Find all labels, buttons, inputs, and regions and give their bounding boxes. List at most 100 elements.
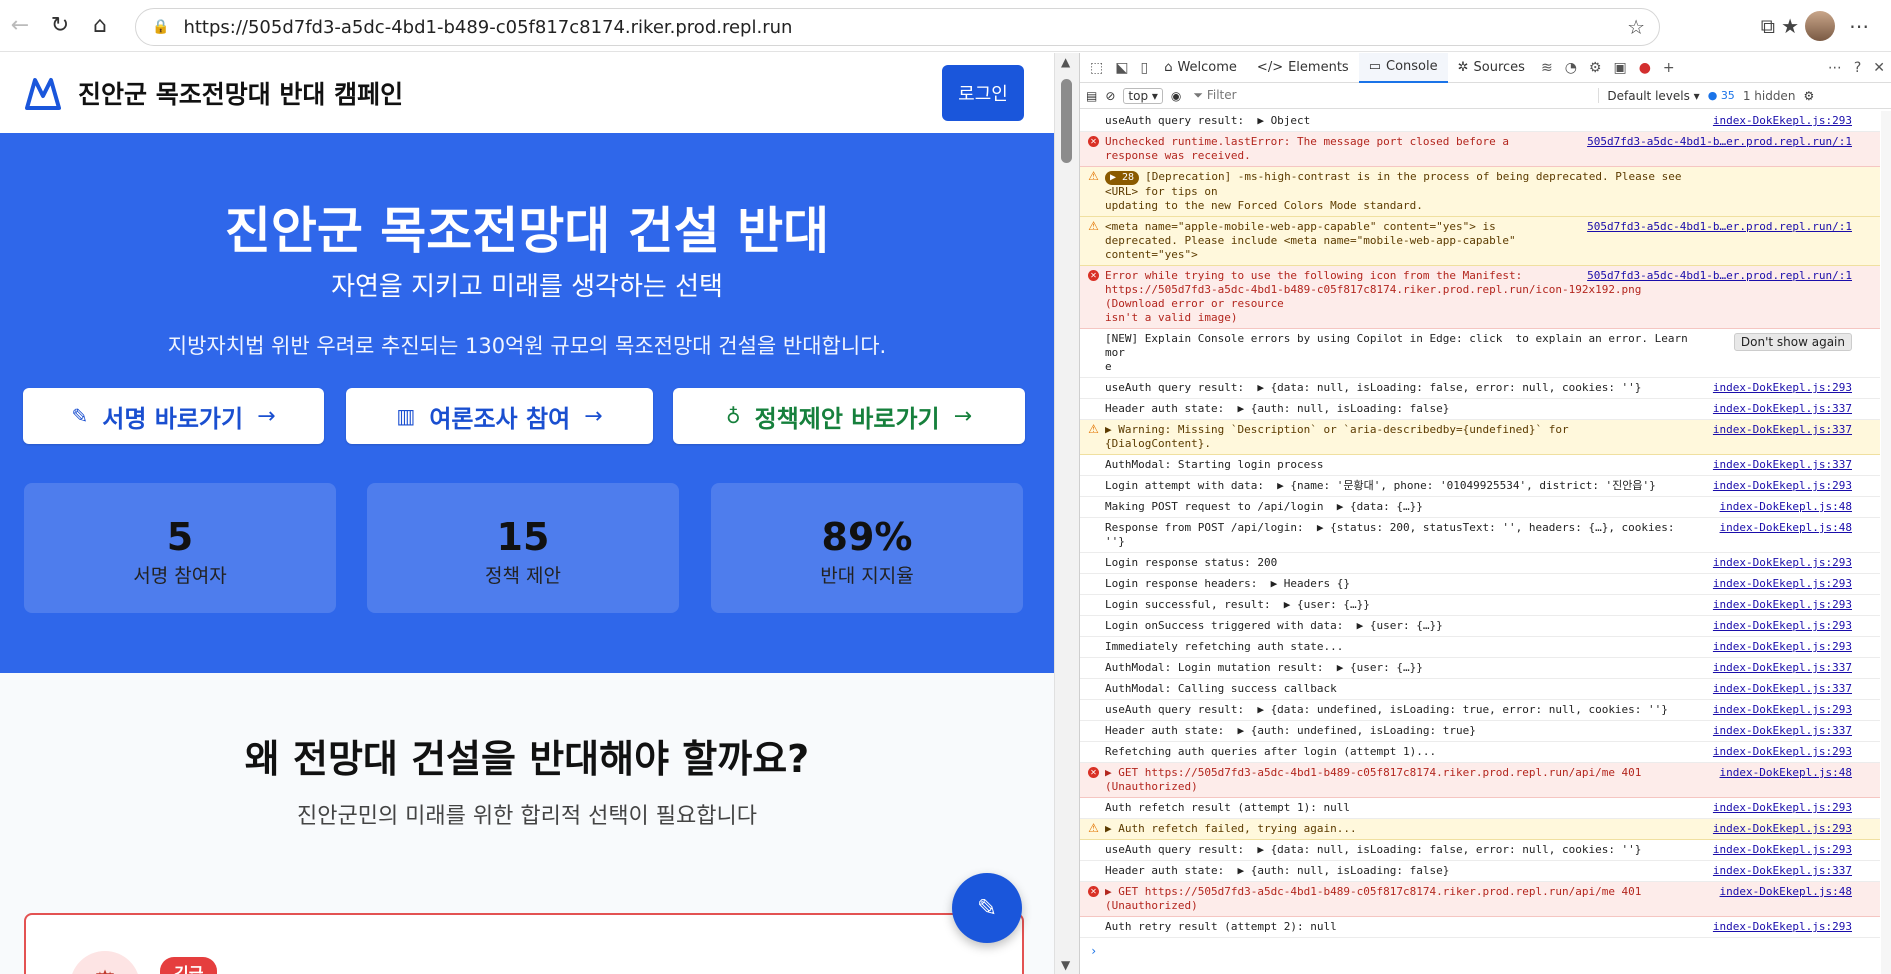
console-message[interactable]: useAuth query result: ▶ {data: null, isL… [1080,840,1880,861]
back-icon[interactable]: ← [0,6,40,46]
context-select[interactable]: top ▾ [1123,87,1163,104]
adblock-icon[interactable]: ● [1633,60,1657,76]
home-icon[interactable]: ⌂ [80,6,120,46]
sign-petition-button[interactable]: ✎ 서명 바로가기 → [23,388,324,444]
source-link[interactable]: index-DokEkepl.js:293 [1713,640,1852,654]
favorites-icon[interactable]: ★ [1781,14,1799,38]
source-link[interactable]: 505d7fd3-a5dc-4bd1-b…er.prod.repl.run/:1 [1587,220,1852,234]
console-message[interactable]: ⚠ ▶ Warning: Missing `Description` or `ar… [1080,420,1880,455]
console-message[interactable]: ⚠ ▶ Auth refetch failed, trying again... i… [1080,819,1880,840]
live-expression-icon[interactable]: ◉ [1171,89,1181,103]
tab-welcome[interactable]: ⌂ Welcome [1154,53,1247,83]
console-message[interactable]: Header auth state: ▶ {auth: undefined, i… [1080,721,1880,742]
console-output[interactable]: useAuth query result: ▶ Object index-DokE… [1080,111,1891,974]
tab-sources[interactable]: ✲ Sources [1448,53,1535,83]
console-scrollbar[interactable] [1881,111,1891,974]
policy-proposal-button[interactable]: ♁ 정책제안 바로가기 → [673,388,1025,444]
filter-input[interactable]: ⏷ Filter [1189,88,1600,103]
console-settings-icon[interactable]: ⚙ [1803,89,1814,103]
source-link[interactable]: 505d7fd3-a5dc-4bd1-b…er.prod.repl.run/:1 [1587,269,1852,283]
console-message[interactable]: AuthModal: Calling success callback index… [1080,679,1880,700]
issues-count-badge[interactable]: ● 35 [1708,89,1735,102]
source-link[interactable]: index-DokEkepl.js:293 [1713,801,1852,815]
sidebar-icon[interactable]: ▤ [1086,89,1097,103]
console-message[interactable]: Auth refetch result (attempt 1): null ind… [1080,798,1880,819]
console-message[interactable]: [NEW] Explain Console errors by using Co… [1080,329,1880,378]
reload-icon[interactable]: ↻ [40,6,80,46]
source-link[interactable]: index-DokEkepl.js:293 [1713,598,1852,612]
source-link[interactable]: index-DokEkepl.js:337 [1713,724,1852,738]
console-message[interactable]: ⚠ <meta name="apple-mobile-web-app-capabl… [1080,217,1880,266]
console-message[interactable]: Login response headers: ▶ Headers {} inde… [1080,574,1880,595]
settings-gear-icon[interactable]: ⚙ [1583,60,1608,76]
sidebar-toggle-icon[interactable]: ▯ [1134,60,1154,76]
source-link[interactable]: index-DokEkepl.js:48 [1720,885,1852,899]
console-message[interactable]: AuthModal: Starting login process index-D… [1080,455,1880,476]
tab-elements[interactable]: </> Elements [1247,53,1359,83]
console-message[interactable]: ✕ ▶ GET https://505d7fd3-a5dc-4bd1-b489-c… [1080,882,1880,917]
scroll-down-icon[interactable]: ▼ [1061,958,1070,972]
source-link[interactable]: index-DokEkepl.js:293 [1713,556,1852,570]
more-tools-icon[interactable]: ⋯ [1822,60,1848,76]
add-tab-icon[interactable]: + [1657,60,1681,76]
source-link[interactable]: index-DokEkepl.js:293 [1713,843,1852,857]
inspect-icon[interactable]: ⬕ [1109,60,1134,76]
source-link[interactable]: index-DokEkepl.js:293 [1713,479,1852,493]
help-icon[interactable]: ? [1848,60,1867,76]
console-message[interactable]: ✕ Unchecked runtime.lastError: The messag… [1080,132,1880,167]
console-message[interactable]: ✕ Error while trying to use the following… [1080,266,1880,329]
favorite-star-icon[interactable]: ☆ [1627,15,1645,39]
source-link[interactable]: index-DokEkepl.js:293 [1713,577,1852,591]
address-bar[interactable]: 🔒 https://505d7fd3-a5dc-4bd1-b489-c05f81… [135,8,1660,46]
log-levels-dropdown[interactable]: Default levels ▾ [1607,89,1699,103]
console-message[interactable]: Login onSuccess triggered with data: ▶ {… [1080,616,1880,637]
tab-console[interactable]: ▭ Console [1358,52,1448,83]
console-message[interactable]: useAuth query result: ▶ Object index-DokE… [1080,111,1880,132]
console-message[interactable]: ⚠ ▶ 28 [Deprecation] -ms-high-contrast is … [1080,167,1880,217]
network-icon[interactable]: ≋ [1535,60,1559,76]
console-message[interactable]: Auth retry result (attempt 2): null index… [1080,917,1880,938]
console-message[interactable]: Making POST request to /api/login ▶ {dat… [1080,497,1880,518]
close-icon[interactable]: ✕ [1867,60,1891,76]
console-message[interactable]: AuthModal: Login mutation result: ▶ {use… [1080,658,1880,679]
console-message[interactable]: Response from POST /api/login: ▶ {status… [1080,518,1880,553]
source-link[interactable]: index-DokEkepl.js:293 [1713,703,1852,717]
console-message[interactable]: ✕ ▶ GET https://505d7fd3-a5dc-4bd1-b489-c… [1080,763,1880,798]
source-link[interactable]: index-DokEkepl.js:337 [1713,458,1852,472]
profile-avatar[interactable] [1805,11,1835,41]
console-message[interactable]: Header auth state: ▶ {auth: null, isLoad… [1080,861,1880,882]
survey-button[interactable]: ▥ 여론조사 참여 → [346,388,653,444]
source-link[interactable]: index-DokEkepl.js:293 [1713,381,1852,395]
source-link[interactable]: index-DokEkepl.js:337 [1713,682,1852,696]
source-link[interactable]: index-DokEkepl.js:48 [1720,500,1852,514]
extensions-icon[interactable]: ⧉ [1761,14,1775,38]
dont-show-again-button[interactable]: Don't show again [1733,333,1852,351]
source-link[interactable]: index-DokEkepl.js:293 [1713,619,1852,633]
console-message[interactable]: useAuth query result: ▶ {data: undefined… [1080,700,1880,721]
scroll-up-icon[interactable]: ▲ [1061,55,1070,69]
console-message[interactable]: useAuth query result: ▶ {data: null, isL… [1080,378,1880,399]
floating-sign-button[interactable]: ✎ [952,873,1022,943]
page-scrollbar[interactable]: ▲ ▼ [1054,53,1079,974]
console-message[interactable]: Login successful, result: ▶ {user: {…}} i… [1080,595,1880,616]
source-link[interactable]: index-DokEkepl.js:48 [1720,521,1852,535]
source-link[interactable]: index-DokEkepl.js:337 [1713,402,1852,416]
scrollbar-thumb[interactable] [1061,79,1072,163]
source-link[interactable]: index-DokEkepl.js:293 [1713,745,1852,759]
console-message[interactable]: Header auth state: ▶ {auth: null, isLoad… [1080,399,1880,420]
console-message[interactable]: Login response status: 200 index-DokEkepl… [1080,553,1880,574]
console-message[interactable]: Refetching auth queries after login (att… [1080,742,1880,763]
login-button[interactable]: 로그인 [942,65,1024,121]
source-link[interactable]: index-DokEkepl.js:293 [1713,920,1852,934]
console-message[interactable]: Login attempt with data: ▶ {name: '문황대',… [1080,476,1880,497]
performance-icon[interactable]: ◔ [1559,60,1583,76]
device-toolbar-icon[interactable]: ⬚ [1084,60,1109,76]
more-menu-icon[interactable]: ⋯ [1841,14,1877,38]
source-link[interactable]: index-DokEkepl.js:337 [1713,661,1852,675]
source-link[interactable]: 505d7fd3-a5dc-4bd1-b…er.prod.repl.run/:1 [1587,135,1852,149]
source-link[interactable]: index-DokEkepl.js:293 [1713,822,1852,836]
source-link[interactable]: index-DokEkepl.js:337 [1713,423,1852,437]
application-icon[interactable]: ▣ [1607,60,1632,76]
clear-console-icon[interactable]: ⊘ [1105,89,1115,103]
source-link[interactable]: index-DokEkepl.js:337 [1713,864,1852,878]
